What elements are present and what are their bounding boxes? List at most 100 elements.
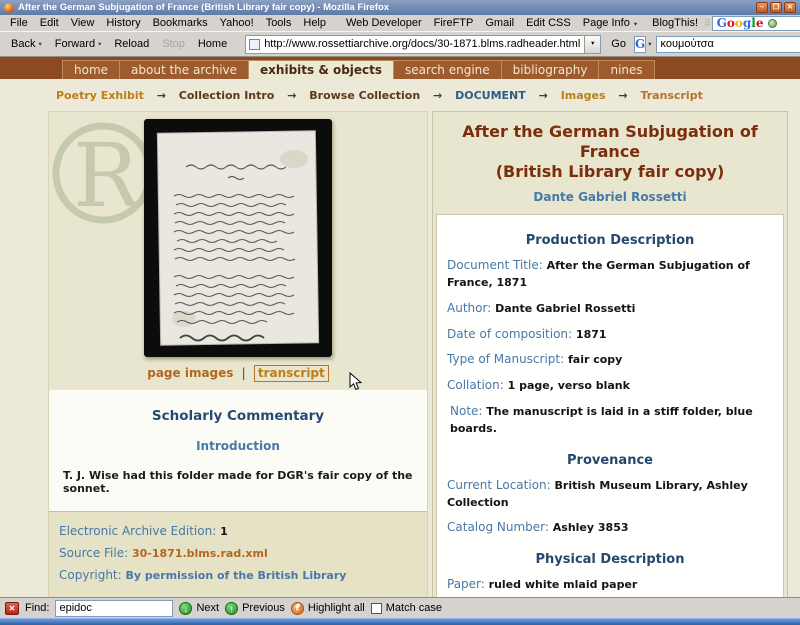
url-bar[interactable]: http://www.rossettiarchive.org/docs/30-1…: [245, 35, 601, 54]
menu-page-info[interactable]: Page Info ▾: [577, 17, 646, 29]
image-links-row: page images | transcript: [49, 357, 427, 390]
arrow-icon: →: [287, 89, 296, 102]
google-letter: g: [743, 17, 751, 30]
field-collation: Collation: 1 page, verso blank: [447, 377, 773, 394]
manuscript-page-image[interactable]: [144, 119, 332, 357]
menu-edit[interactable]: Edit: [34, 17, 65, 29]
tab-nines[interactable]: nines: [598, 60, 654, 79]
copyright-row: Copyright: By permission of the British …: [59, 568, 417, 582]
menu-tools[interactable]: Tools: [260, 17, 298, 29]
menu-gmail[interactable]: Gmail: [479, 17, 520, 29]
svg-text:R: R: [73, 124, 142, 227]
match-case-checkbox[interactable]: [371, 603, 382, 614]
mouse-cursor: [349, 372, 362, 391]
field-paper: Paper: ruled white mlaid paper: [447, 576, 773, 593]
google-letter: e: [756, 17, 764, 30]
arrow-up-icon: ↑: [225, 602, 238, 615]
menu-bar: File Edit View History Bookmarks Yahoo! …: [0, 15, 800, 32]
commentary-heading: Scholarly Commentary: [49, 408, 427, 424]
transcript-link[interactable]: transcript: [254, 365, 329, 382]
link-separator: |: [242, 366, 246, 380]
field-type-of-manuscript: Type of Manuscript: fair copy: [447, 351, 773, 368]
commentary-subheading: Introduction: [49, 439, 427, 453]
navigation-toolbar: Back ▾ Forward ▾ Reload Stop Home http:/…: [0, 32, 800, 57]
page-content: Poetry Exhibit → Collection Intro → Brow…: [0, 79, 800, 597]
close-button[interactable]: ✕: [784, 2, 796, 13]
scholarly-commentary-section: Scholarly Commentary Introduction T. J. …: [49, 390, 427, 511]
arrow-icon: →: [618, 89, 627, 102]
section-heading-provenance: Provenance: [447, 453, 773, 468]
source-file-row: Source File: 30-1871.blms.rad.xml: [59, 546, 417, 560]
arrow-icon: →: [433, 89, 442, 102]
arrow-down-icon: ↓: [179, 602, 192, 615]
grip-icon[interactable]: ⠿: [704, 18, 710, 29]
window-title: After the German Subjugation of France (…: [18, 2, 389, 13]
document-image-panel: R: [48, 111, 428, 597]
back-button[interactable]: Back ▾: [5, 35, 48, 53]
chevron-down-icon[interactable]: ▾: [647, 40, 654, 48]
manuscript-image-area: R: [49, 112, 427, 357]
taskbar-strip: [0, 618, 800, 625]
menu-edit-css[interactable]: Edit CSS: [520, 17, 577, 29]
google-letter: o: [727, 17, 735, 30]
menu-help[interactable]: Help: [297, 17, 332, 29]
firefox-icon: [4, 3, 14, 13]
tab-search-engine[interactable]: search engine: [393, 60, 501, 79]
find-input[interactable]: [55, 600, 173, 617]
find-label: Find:: [25, 602, 49, 614]
google-g-icon[interactable]: G: [634, 36, 646, 53]
home-button[interactable]: Home: [192, 35, 233, 53]
field-catalog-number: Catalog Number: Ashley 3853: [447, 519, 773, 536]
breadcrumb-images[interactable]: Images: [561, 89, 606, 102]
commentary-text: T. J. Wise had this folder made for DGR'…: [49, 465, 427, 495]
restore-button[interactable]: ❐: [770, 2, 782, 13]
chevron-down-icon: ▾: [633, 21, 640, 28]
arrow-icon: →: [539, 89, 548, 102]
menu-fireftp[interactable]: FireFTP: [428, 17, 480, 29]
forward-button[interactable]: Forward ▾: [49, 35, 108, 53]
minimize-button[interactable]: –: [756, 2, 768, 13]
highlight-all-button[interactable]: Highlight all: [291, 602, 365, 615]
google-toolbar-widget: ⠿ G o o g l e ▾: [704, 16, 800, 31]
magnifier-icon: [768, 19, 777, 28]
menu-view[interactable]: View: [65, 17, 101, 29]
find-next-button[interactable]: ↓ Next: [179, 602, 219, 615]
field-date-of-composition: Date of composition: 1871: [447, 326, 773, 343]
find-previous-button[interactable]: ↑ Previous: [225, 602, 285, 615]
field-note: Note: The manuscript is laid in a stiff …: [447, 403, 773, 437]
tab-bibliography[interactable]: bibliography: [501, 60, 599, 79]
field-current-location: Current Location: British Museum Library…: [447, 477, 773, 511]
document-description-box: Production Description Document Title: A…: [436, 214, 784, 597]
breadcrumb-browse-collection[interactable]: Browse Collection: [309, 89, 420, 102]
chevron-down-icon: ▾: [38, 40, 41, 48]
menu-history[interactable]: History: [100, 17, 146, 29]
breadcrumb-poetry-exhibit[interactable]: Poetry Exhibit: [56, 89, 144, 102]
match-case-option[interactable]: Match case: [371, 602, 442, 614]
page-icon: [249, 39, 260, 50]
menu-web-developer[interactable]: Web Developer: [340, 17, 428, 29]
breadcrumb-collection-intro[interactable]: Collection Intro: [179, 89, 275, 102]
tab-about-the-archive[interactable]: about the archive: [119, 60, 248, 79]
menu-file[interactable]: File: [4, 17, 34, 29]
google-logo-searchbox[interactable]: G o o g l e: [712, 16, 800, 31]
breadcrumb-transcript[interactable]: Transcript: [640, 89, 702, 102]
menu-bookmarks[interactable]: Bookmarks: [147, 17, 214, 29]
go-button[interactable]: Go: [604, 38, 633, 50]
site-navigation: home about the archive exhibits & object…: [0, 57, 800, 79]
chevron-down-icon: ▾: [98, 40, 101, 48]
archive-info-footer: Electronic Archive Edition: 1 Source Fil…: [49, 511, 427, 597]
field-document-title: Document Title: After the German Subjuga…: [447, 257, 773, 291]
reload-button[interactable]: Reload: [108, 35, 155, 53]
url-dropdown-button[interactable]: ▾: [584, 36, 600, 53]
document-detail-panel: After the German Subjugation of France (…: [432, 111, 788, 597]
menu-yahoo[interactable]: Yahoo!: [214, 17, 260, 29]
url-text[interactable]: http://www.rossettiarchive.org/docs/30-1…: [264, 38, 580, 50]
arrow-icon: →: [157, 89, 166, 102]
page-images-link[interactable]: page images: [147, 366, 233, 380]
menu-blogthis[interactable]: BlogThis!: [646, 17, 704, 29]
source-file-link[interactable]: 30-1871.blms.rad.xml: [132, 547, 268, 560]
google-search-input[interactable]: [656, 36, 800, 53]
tab-home[interactable]: home: [62, 60, 119, 79]
tab-exhibits-and-objects[interactable]: exhibits & objects: [248, 60, 393, 79]
findbar-close-button[interactable]: ✕: [5, 602, 19, 615]
